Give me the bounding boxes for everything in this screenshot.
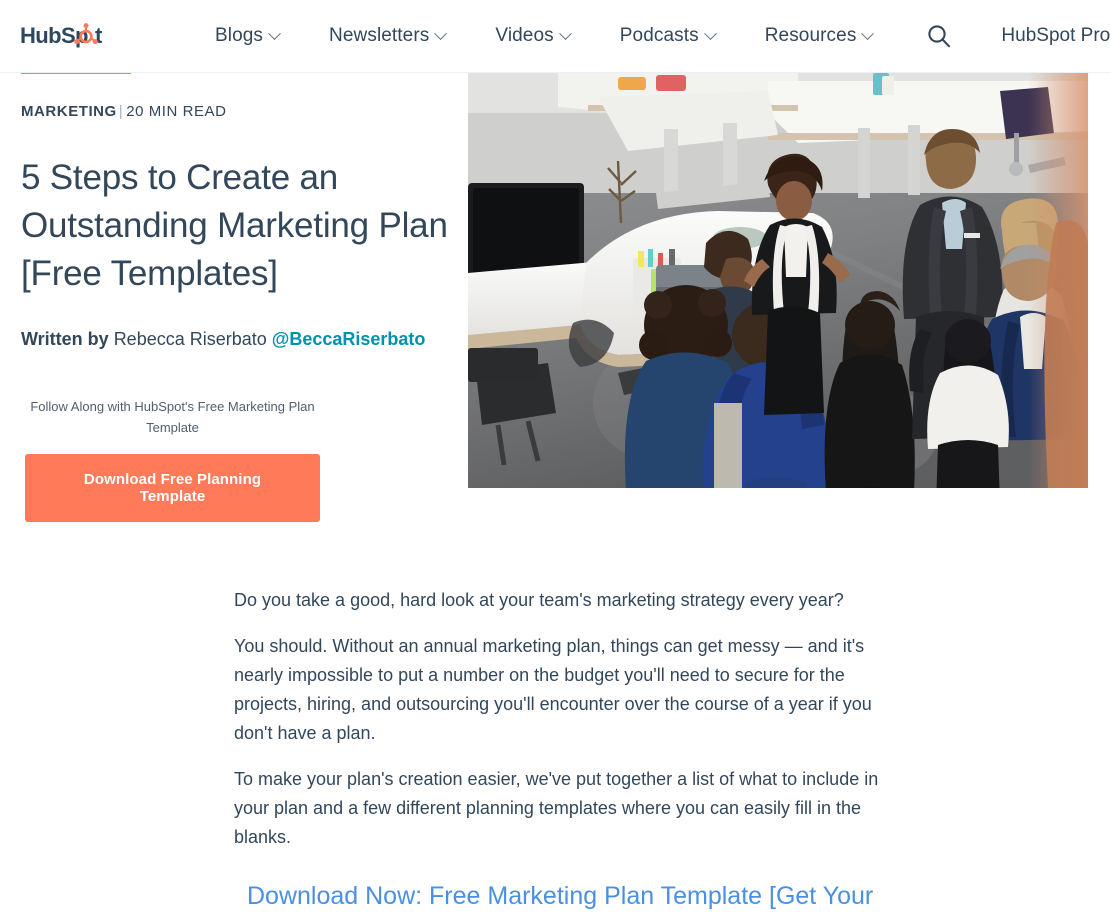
nav-item-label: Podcasts: [619, 25, 699, 46]
nav-item-resources[interactable]: Resources: [740, 25, 898, 47]
nav-item-newsletters[interactable]: Newsletters: [304, 25, 470, 47]
hubspot-logo[interactable]: HubSp t: [20, 22, 112, 50]
cta-caption: Follow Along with HubSpot's Free Marketi…: [30, 399, 315, 435]
chevron-down-icon: [703, 26, 717, 40]
article-hero-left: MARKETING | 20 MIN READ 5 Steps to Create …: [0, 68, 468, 522]
body-paragraph: To make your plan's creation easier, we'…: [234, 769, 879, 847]
hero-image-illustration: [468, 73, 1088, 488]
article-hero: MARKETING | 20 MIN READ 5 Steps to Create …: [0, 68, 1111, 522]
byline: Written by Rebecca Riserbato @BeccaRiser…: [21, 326, 450, 352]
article-read-time: 20 MIN READ: [126, 103, 227, 120]
body-paragraph: Do you take a good, hard look at your te…: [234, 590, 844, 610]
byline-prefix: Written by: [21, 329, 109, 349]
hubspot-logo-icon: HubSp t: [20, 23, 103, 48]
search-button[interactable]: [925, 19, 953, 53]
chevron-down-icon: [268, 26, 281, 40]
meta-separator: |: [118, 103, 124, 120]
nav-item-label: HubSpot Products: [1001, 25, 1111, 46]
svg-text:HubSp: HubSp: [20, 23, 88, 48]
article-topic[interactable]: MARKETING: [21, 103, 117, 120]
search-icon: [928, 25, 951, 48]
chevron-down-icon: [861, 26, 875, 40]
nav-item-label: Newsletters: [329, 25, 430, 46]
chevron-down-icon: [558, 26, 572, 40]
chevron-down-icon: [434, 26, 448, 40]
byline-author[interactable]: Rebecca Riserbato: [114, 329, 267, 349]
byline-social-handle[interactable]: @BeccaRiserbato: [272, 329, 426, 349]
nav-item-label: Resources: [764, 25, 857, 46]
body-paragraph: You should. Without an annual marketing …: [234, 636, 872, 743]
download-now-inline-link[interactable]: Download Now: Free Marketing Plan Templa…: [247, 878, 907, 914]
svg-text:t: t: [95, 23, 103, 48]
article-body: Do you take a good, hard look at your te…: [0, 522, 1111, 914]
nav-item-podcasts[interactable]: Podcasts: [595, 25, 740, 47]
article-meta: MARKETING | 20 MIN READ: [21, 103, 450, 120]
main-navigation: Blogs Newsletters Videos Podcasts Resour…: [190, 25, 897, 47]
nav-item-label: Videos: [495, 25, 554, 46]
nav-item-videos[interactable]: Videos: [470, 25, 594, 47]
nav-item-blogs[interactable]: Blogs: [190, 25, 304, 47]
download-free-planning-template-button[interactable]: Download Free Planning Template: [25, 454, 320, 522]
nav-item-label: Blogs: [215, 25, 264, 46]
hero-image: [468, 73, 1088, 488]
cta-block: Follow Along with HubSpot's Free Marketi…: [25, 396, 320, 522]
site-header: HubSp t Blogs Newsletters Videos Podcast…: [0, 0, 1111, 73]
nav-item-hubspot-products[interactable]: HubSpot Products: [979, 25, 1111, 47]
page-title: 5 Steps to Create an Outstanding Marketi…: [21, 158, 448, 293]
